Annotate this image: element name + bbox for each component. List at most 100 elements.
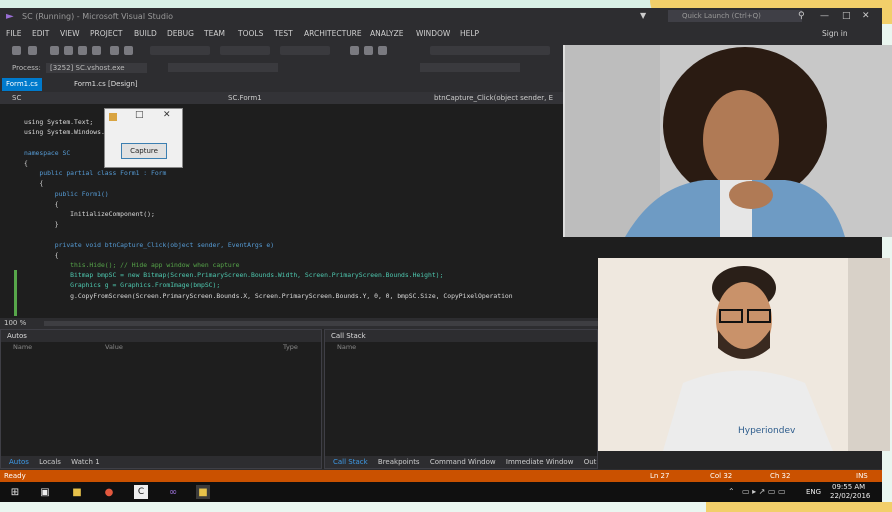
code-line: Bitmap bmpSC = new Bitmap(Screen.Primary… bbox=[24, 271, 444, 280]
tab-watch-1[interactable]: Watch 1 bbox=[71, 458, 99, 466]
tab-command-window[interactable]: Command Window bbox=[430, 458, 496, 466]
menu-window[interactable]: WINDOW bbox=[416, 29, 450, 38]
menu-analyze[interactable]: ANALYZE bbox=[370, 29, 404, 38]
column-header[interactable]: Name bbox=[337, 342, 356, 352]
close-button[interactable]: ✕ bbox=[862, 11, 870, 21]
pause-icon[interactable] bbox=[350, 46, 359, 55]
autos-tabs: Autos Locals Watch 1 bbox=[1, 456, 321, 468]
sign-in-link[interactable]: Sign in bbox=[822, 29, 848, 38]
menu-file[interactable]: FILE bbox=[6, 29, 21, 38]
tray-icons[interactable]: ▭ ▸ ↗ ▭ ▭ bbox=[742, 487, 786, 496]
callstack-columns: Name bbox=[325, 342, 597, 352]
menu-edit[interactable]: EDIT bbox=[32, 29, 49, 38]
code-line: namespace SC bbox=[24, 148, 71, 157]
tab-output[interactable]: Output bbox=[584, 458, 597, 466]
menu-architecture[interactable]: ARCHITECTURE bbox=[304, 29, 362, 38]
capture-dialog: □ ✕ Capture bbox=[104, 108, 183, 168]
code-line: { bbox=[24, 159, 28, 168]
menu-test[interactable]: TEST bbox=[274, 29, 293, 38]
menu-project[interactable]: PROJECT bbox=[90, 29, 122, 38]
clock-time[interactable]: 09:55 AM bbox=[832, 483, 865, 491]
nav-class-dropdown[interactable]: SC.Form1 bbox=[228, 94, 262, 102]
shirt-logo-text: Hyperiondev bbox=[738, 426, 796, 436]
menu-help[interactable]: HELP bbox=[460, 29, 479, 38]
new-project-icon[interactable] bbox=[50, 46, 59, 55]
code-line: g.CopyFromScreen(Screen.PrimaryScreen.Bo… bbox=[24, 291, 513, 300]
save-all-icon[interactable] bbox=[92, 46, 101, 55]
terminal-icon[interactable]: C bbox=[134, 485, 148, 499]
start-icon[interactable]: ⊞ bbox=[8, 485, 22, 499]
save-icon[interactable] bbox=[78, 46, 87, 55]
code-line: { bbox=[24, 179, 44, 188]
menu-view[interactable]: VIEW bbox=[60, 29, 80, 38]
tab-immediate-window[interactable]: Immediate Window bbox=[506, 458, 574, 466]
nav-project-dropdown[interactable]: SC bbox=[12, 94, 21, 102]
tab-locals[interactable]: Locals bbox=[39, 458, 61, 466]
status-bar: Ready Ln 27 Col 32 Ch 32 INS bbox=[0, 470, 882, 482]
tray-chevron-icon[interactable]: ⌃ bbox=[728, 487, 735, 496]
menu-build[interactable]: BUILD bbox=[134, 29, 157, 38]
menu-tools[interactable]: TOOLS bbox=[238, 29, 263, 38]
open-icon[interactable] bbox=[64, 46, 73, 55]
undo-icon[interactable] bbox=[110, 46, 119, 55]
file-explorer-icon[interactable]: ■ bbox=[70, 485, 84, 499]
menu-team[interactable]: TEAM bbox=[204, 29, 225, 38]
status-column: Col 32 bbox=[710, 472, 733, 480]
code-line: } bbox=[24, 220, 59, 229]
column-header[interactable]: Name bbox=[13, 342, 32, 352]
maximize-button[interactable]: □ bbox=[842, 11, 851, 21]
horizontal-scrollbar[interactable] bbox=[44, 321, 604, 326]
callstack-tabs: Call Stack Breakpoints Command Window Im… bbox=[325, 456, 597, 468]
step-dropdown[interactable] bbox=[430, 46, 550, 55]
code-line: this.Hide(); // Hide app window when cap… bbox=[24, 261, 240, 270]
column-header[interactable]: Value bbox=[105, 342, 123, 352]
status-text: Ready bbox=[4, 472, 26, 480]
nav-member-dropdown[interactable]: btnCapture_Click(object sender, E bbox=[434, 94, 553, 102]
continue-icon[interactable] bbox=[150, 46, 210, 55]
capture-button[interactable]: Capture bbox=[121, 143, 167, 159]
running-app-icon[interactable]: ■ bbox=[196, 485, 210, 499]
column-header[interactable]: Type bbox=[283, 342, 298, 352]
config-dropdown[interactable] bbox=[220, 46, 270, 55]
thread-dropdown[interactable] bbox=[420, 63, 520, 72]
filter-icon[interactable]: ▼ bbox=[640, 11, 646, 20]
status-char: Ch 32 bbox=[770, 472, 791, 480]
code-line: private void btnCapture_Click(object sen… bbox=[24, 240, 275, 249]
clock-date[interactable]: 22/02/2016 bbox=[830, 492, 870, 500]
window-title: SC (Running) - Microsoft Visual Studio bbox=[22, 12, 174, 21]
minimize-button[interactable]: — bbox=[820, 11, 829, 21]
dialog-maximize-button[interactable]: □ bbox=[135, 110, 144, 120]
webcam-feed-presenter-2: Hyperiondev bbox=[598, 258, 890, 451]
tab-autos[interactable]: Autos bbox=[9, 458, 29, 466]
code-text[interactable]: using System.Text; using System.Windows.… bbox=[24, 107, 513, 311]
task-view-icon[interactable]: ▣ bbox=[38, 485, 52, 499]
back-icon[interactable] bbox=[12, 46, 21, 55]
platform-dropdown[interactable] bbox=[280, 46, 330, 55]
search-icon[interactable]: ⚲ bbox=[798, 11, 805, 21]
change-indicator bbox=[14, 270, 17, 316]
menu-debug[interactable]: DEBUG bbox=[167, 29, 194, 38]
forward-icon[interactable] bbox=[28, 46, 37, 55]
chrome-icon[interactable]: ● bbox=[102, 485, 116, 499]
code-line: public partial class Form1 : Form bbox=[24, 169, 167, 178]
tab-breakpoints[interactable]: Breakpoints bbox=[378, 458, 420, 466]
zoom-level[interactable]: 100 % bbox=[4, 319, 26, 327]
autos-columns: Name Value Type bbox=[1, 342, 321, 352]
tab-form1-cs[interactable]: Form1.cs bbox=[2, 78, 42, 91]
title-bar: ► SC (Running) - Microsoft Visual Studio… bbox=[0, 8, 882, 26]
stop-icon[interactable] bbox=[364, 46, 373, 55]
webcam-feed-presenter-1 bbox=[563, 45, 892, 237]
taskbar: ⊞ ▣ ■ ● C ∞ ■ ⌃ ▭ ▸ ↗ ▭ ▭ ENG 09:55 AM 2… bbox=[0, 482, 882, 502]
tab-call-stack[interactable]: Call Stack bbox=[333, 458, 368, 466]
status-mode: INS bbox=[856, 472, 868, 480]
tab-form1-design[interactable]: Form1.cs [Design] bbox=[70, 78, 142, 91]
process-dropdown[interactable]: [3252] SC.vshost.exe bbox=[46, 63, 147, 73]
redo-icon[interactable] bbox=[124, 46, 133, 55]
restart-icon[interactable] bbox=[378, 46, 387, 55]
visual-studio-icon[interactable]: ∞ bbox=[166, 485, 180, 499]
menu-bar: FILE EDIT VIEW PROJECT BUILD DEBUG TEAM … bbox=[0, 26, 882, 42]
quick-launch-input[interactable]: Quick Launch (Ctrl+Q) bbox=[668, 10, 802, 22]
language-indicator[interactable]: ENG bbox=[806, 488, 821, 496]
lifecycle-dropdown[interactable] bbox=[168, 63, 278, 72]
dialog-close-button[interactable]: ✕ bbox=[163, 110, 171, 120]
